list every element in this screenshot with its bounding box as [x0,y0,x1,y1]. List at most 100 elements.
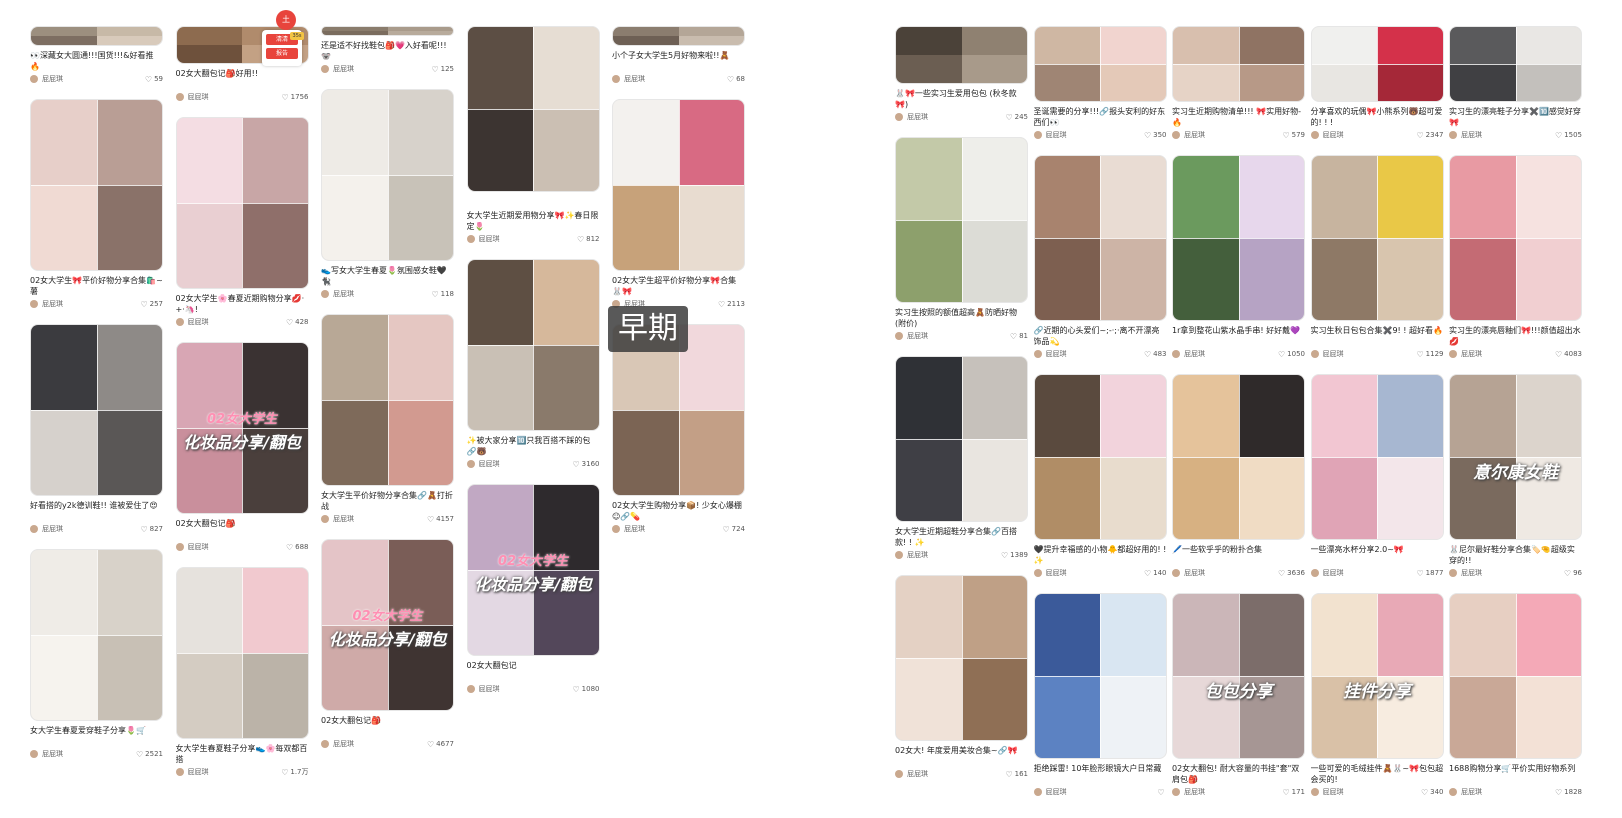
heart-icon[interactable]: ♡ [1001,551,1008,560]
note-title[interactable]: 还是适不好找鞋包🎒💗入好看呢!!!🐨 [321,40,454,62]
note-cover-image[interactable]: 02女大学生 化妆品分享/翻包 [466,484,600,656]
note-card[interactable]: 1688购物分享🛒平价实用好物系列 屁屁琪 ♡ 1828 [1449,593,1582,796]
author-avatar[interactable] [30,750,38,758]
note-title[interactable]: 02女大翻包! 耐大容量的书挂"套"双肩包🎒 [1172,763,1305,785]
note-cover-image[interactable] [1033,374,1167,540]
author-name[interactable]: 屁屁琪 [1461,787,1555,796]
note-cover-image[interactable] [30,549,163,721]
note-title[interactable]: 02女大学生🎀平价好物分享合集🛍️~薯 [30,275,163,297]
heart-icon[interactable]: ♡ [136,750,143,759]
note-card[interactable]: 🖤提升幸福感的小物🐥都超好用的! ! ✨ 屁屁琪 ♡ 140 [1033,374,1167,579]
heart-icon[interactable]: ♡ [727,75,734,84]
heart-icon[interactable]: ♡ [573,460,580,469]
author-avatar[interactable] [1449,350,1457,358]
note-cover-image[interactable] [30,26,163,46]
note-cover-image[interactable] [895,575,1028,741]
author-avatar[interactable] [466,685,475,693]
note-cover-image[interactable] [895,137,1028,303]
author-avatar[interactable] [612,75,620,83]
note-title[interactable]: 一些漂亮水杯分享2.0~🎀 [1311,544,1444,566]
note-title[interactable]: 实习生近期购物清单!!! 🎀实用好物-🔥 [1172,106,1305,128]
author-name[interactable]: 屁屁琪 [1046,787,1158,796]
author-name[interactable]: 屁屁琪 [333,514,427,524]
heart-icon[interactable]: ♡ [1555,350,1562,359]
note-cover-image[interactable] [1172,155,1305,321]
note-cover-image[interactable] [466,259,600,431]
note-card[interactable]: 02女大学生超平价好物分享🎀合集🐰🎀 屁屁琪 ♡ 2113 [612,99,745,310]
note-card[interactable]: 女大学生春夏鞋子分享👟🌸每双都百搭 屁屁琪 ♡ 1.7万 [175,567,309,778]
note-card[interactable]: 实习生的漂亮唇釉们🎀!!!颜值超出水💋 屁屁琪 ♡ 4083 [1449,155,1582,360]
note-card[interactable]: 02女大! 年度爱用美妆合集~🔗🎀 屁屁琪 ♡ 161 [895,575,1028,780]
note-card[interactable]: 意尔康女鞋 🐰尼尔最好鞋分享合集🏷️🤏超级实穿的!! 屁屁琪 ♡ 96 [1449,374,1582,579]
heart-icon[interactable]: ♡ [1144,350,1151,359]
note-title[interactable]: 02女大! 年度爱用美妆合集~🔗🎀 [895,745,1028,767]
heart-icon[interactable]: ♡ [1417,131,1424,140]
author-avatar[interactable] [895,332,903,340]
author-name[interactable]: 屁屁琪 [1323,568,1417,578]
author-avatar[interactable] [1172,569,1180,577]
note-title[interactable]: 02女大翻包记🎒 [321,715,454,737]
author-name[interactable]: 屁屁琪 [624,524,722,534]
author-name[interactable]: 屁屁琪 [1461,130,1555,140]
heart-icon[interactable]: ♡ [1417,569,1424,578]
author-avatar[interactable] [321,740,329,748]
author-name[interactable]: 屁屁琪 [42,299,140,309]
note-card[interactable]: 02女大学生 化妆品分享/翻包 02女大翻包记🎒 屁屁琪 ♡ 4677 [321,539,454,750]
note-title[interactable]: 好看搭的y2k德训鞋!! 谁被爱住了😍 [30,500,163,522]
heart-icon[interactable]: ♡ [1555,788,1562,797]
author-name[interactable]: 屁屁琪 [42,524,140,534]
note-card[interactable]: 挂件分享 一些可爱的毛绒挂件🧸🐰~🎀包包超会买的! 屁屁琪 ♡ 340 [1310,593,1444,796]
note-title[interactable]: 女大学生近期超鞋分享合集🔗百搭款! ! ✨ [895,526,1028,548]
author-name[interactable]: 屁屁琪 [624,74,727,84]
note-cover-image[interactable]: 02女大学生 化妆品分享/翻包 [321,539,454,711]
note-card[interactable]: 👀深藏女大圆通!!!国货!!!&好看推🔥 屁屁琪 ♡ 59 [30,26,163,85]
note-cover-image[interactable] [30,99,163,271]
note-title[interactable]: 🖤提升幸福感的小物🐥都超好用的! ! ✨ [1034,544,1167,566]
author-avatar[interactable] [321,515,329,523]
heart-icon[interactable]: ♡ [1282,131,1289,140]
author-name[interactable]: 屁屁琪 [42,74,145,84]
author-name[interactable]: 屁屁琪 [333,64,431,74]
note-title[interactable]: 女大学生平价好物分享合集🔗🧸打折战 [321,490,454,512]
note-card[interactable]: 👟写女大学生春夏🌷氛围感女鞋🖤🐈‍⬛ 屁屁琪 ♡ 118 [321,89,454,300]
author-name[interactable]: 屁屁琪 [907,550,1001,560]
heart-icon[interactable]: ♡ [722,525,729,534]
note-title[interactable]: 02女大学生🌸春夏近期购物分享💋·+·🦄! [176,293,309,315]
heart-icon[interactable]: ♡ [140,525,147,534]
author-avatar[interactable] [1033,569,1042,577]
note-card[interactable]: 02女大学生 化妆品分享/翻包 02女大翻包记🎒 屁屁琪 ♡ 688 [175,342,309,553]
heart-icon[interactable]: ♡ [1555,131,1562,140]
author-name[interactable]: 屁屁琪 [479,684,573,694]
note-card[interactable]: 小个子女大学生5月好物来啦!!🧸 屁屁琪 ♡ 68 [612,26,745,85]
author-avatar[interactable] [1033,350,1042,358]
author-name[interactable]: 屁屁琪 [1461,349,1555,359]
heart-icon[interactable]: ♡ [573,685,580,694]
note-title[interactable]: 🐰🎀一些实习生爱用包包 (秋冬款🎀) [895,88,1028,110]
author-avatar[interactable] [321,65,329,73]
note-title[interactable]: 一些可爱的毛绒挂件🧸🐰~🎀包包超会买的! [1311,763,1444,785]
author-avatar[interactable] [1310,788,1319,796]
note-card[interactable]: 实习生按照的额值超高🧸防晒好物 (附价) 屁屁琪 ♡ 81 [895,137,1028,342]
note-card[interactable]: 02女大学生 化妆品分享/翻包 02女大翻包记 屁屁琪 ♡ 1080 [466,484,600,695]
author-name[interactable]: 屁屁琪 [1323,787,1421,796]
author-avatar[interactable] [895,113,903,121]
note-title[interactable]: 02女大翻包记 [467,660,600,682]
author-avatar[interactable] [1172,131,1180,139]
note-title[interactable]: 👟写女大学生春夏🌷氛围感女鞋🖤🐈‍⬛ [321,265,454,287]
note-card[interactable]: 🐰🎀一些实习生爱用包包 (秋冬款🎀) 屁屁琪 ♡ 245 [895,26,1028,123]
note-card[interactable]: 实习生近期购物清单!!! 🎀实用好物-🔥 屁屁琪 ♡ 579 [1172,26,1305,141]
author-avatar[interactable] [466,235,475,243]
note-cover-image[interactable] [1310,374,1444,540]
author-name[interactable]: 屁屁琪 [907,331,1010,341]
author-name[interactable]: 屁屁琪 [333,289,431,299]
note-title[interactable]: 女大学生春夏爱穿鞋子分享🌷🛒 [30,725,163,747]
author-name[interactable]: 屁屁琪 [188,767,282,777]
note-card[interactable]: 02女大学生购物分享📦! 少女心爆棚☺🔗💊 屁屁琪 ♡ 724 [612,324,745,535]
author-avatar[interactable] [895,551,903,559]
note-card[interactable]: 分享喜欢的玩偶🎀小熊系列🐻超可爱的! ! ! 屁屁琪 ♡ 2347 [1310,26,1444,141]
author-name[interactable]: 屁屁琪 [42,749,136,759]
heart-icon[interactable]: ♡ [718,300,725,309]
floating-action-button[interactable]: 土 [276,10,296,30]
note-cover-image[interactable] [30,324,163,496]
note-card[interactable]: 实习生的漂亮鞋子分享✖️🔟感觉好穿🎀 屁屁琪 ♡ 1505 [1449,26,1582,141]
